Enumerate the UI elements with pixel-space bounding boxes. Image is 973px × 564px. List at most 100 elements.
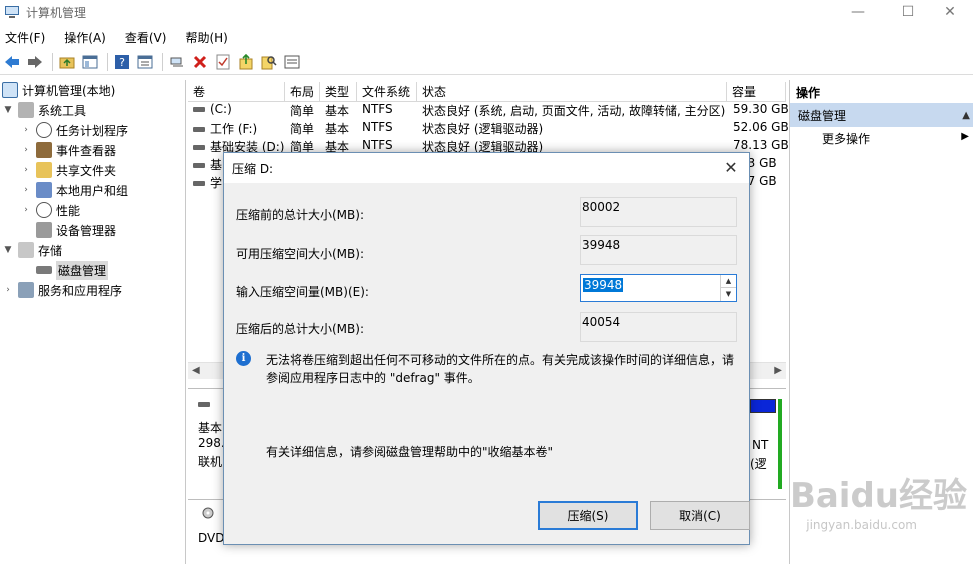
tree-label: 存储 [38, 243, 63, 258]
window-title: 计算机管理 [26, 5, 87, 20]
delete-icon[interactable] [190, 52, 210, 72]
tree-item-services-apps[interactable]: › 服务和应用程序 [2, 280, 122, 300]
column-header-type[interactable]: 类型 [320, 82, 357, 102]
action-more-actions[interactable]: 更多操作 [822, 130, 870, 147]
info-message: 无法将卷压缩到超出任何不可移动的文件所在的点。有关完成该操作时间的详细信息，请参… [266, 353, 735, 385]
collapse-up-icon[interactable]: ▲ [962, 110, 970, 121]
drive-icon [193, 107, 205, 112]
tree-item-task-scheduler[interactable]: › 任务计划程序 [20, 120, 128, 140]
shrink-amount-input[interactable]: 39948 ▲ ▼ [580, 274, 737, 302]
column-header-status[interactable]: 状态 [417, 82, 727, 102]
partition-fs-label: NT [752, 438, 769, 452]
scroll-right-icon[interactable]: ▶ [774, 365, 782, 376]
volume-fs: NTFS [362, 120, 393, 134]
tree-item-root[interactable]: 计算机管理(本地) [2, 80, 115, 100]
disk-size-label: 298. [198, 436, 225, 450]
disk-icon [198, 397, 215, 411]
stepper-down-icon[interactable]: ▼ [721, 288, 736, 301]
tree-label: 本地用户和组 [56, 183, 129, 198]
table-row[interactable]: (C:) 简单 基本 NTFS 状态良好 (系统, 启动, 页面文件, 活动, … [188, 101, 789, 119]
volume-type: 基本 [325, 122, 350, 136]
chevron-right-icon[interactable]: › [2, 285, 14, 295]
back-arrow-icon[interactable] [2, 52, 22, 72]
toolbar-separator [52, 52, 53, 71]
cancel-button[interactable]: 取消(C) [650, 501, 750, 530]
tree-item-performance[interactable]: › 性能 [20, 200, 80, 220]
info-icon: i [236, 351, 251, 366]
close-button[interactable]: ✕ [927, 0, 973, 24]
dialog-close-icon[interactable]: ✕ [721, 158, 741, 178]
shrink-dialog: 压缩 D: ✕ 压缩前的总计大小(MB): 80002 可用压缩空间大小(MB)… [223, 152, 750, 545]
help-icon[interactable]: ? [112, 52, 132, 72]
menu-help[interactable]: 帮助(H) [180, 29, 235, 46]
volume-name: 工作 (F:) [210, 122, 258, 136]
device-manager-icon [36, 222, 52, 238]
tree-label: 磁盘管理 [56, 260, 109, 280]
drive-icon [193, 127, 205, 132]
volume-fs: NTFS [362, 138, 393, 152]
event-log-icon [36, 142, 52, 158]
chevron-down-icon[interactable]: ▼ [2, 245, 14, 255]
column-header-layout[interactable]: 布局 [285, 82, 320, 102]
computer-management-icon [4, 5, 20, 19]
list-icon[interactable] [282, 52, 302, 72]
scroll-left-icon[interactable]: ◀ [192, 365, 200, 376]
tree-item-disk-management[interactable]: 磁盘管理 [36, 260, 109, 280]
drive-icon [193, 145, 205, 150]
tree-label: 计算机管理(本地) [22, 83, 116, 98]
total-before-field: 80002 [580, 197, 737, 227]
svg-text:?: ? [119, 56, 125, 69]
tree-item-local-users[interactable]: › 本地用户和组 [20, 180, 128, 200]
action-disk-management[interactable]: 磁盘管理 ▲ [790, 103, 973, 127]
tree-item-storage[interactable]: ▼ 存储 [2, 240, 62, 260]
menu-action[interactable]: 操作(A) [59, 29, 114, 46]
tree-item-event-viewer[interactable]: › 事件查看器 [20, 140, 116, 160]
tree-item-device-manager[interactable]: 设备管理器 [36, 220, 116, 240]
column-header-volume[interactable]: 卷 [188, 82, 285, 102]
search-icon[interactable] [259, 52, 279, 72]
shrink-amount-value[interactable]: 39948 [583, 278, 624, 292]
forward-arrow-icon[interactable] [25, 52, 45, 72]
chevron-right-icon[interactable]: › [20, 205, 32, 215]
table-row[interactable]: 工作 (F:) 简单 基本 NTFS 状态良好 (逻辑驱动器) 52.06 GB [188, 119, 789, 137]
menu-bar: 文件(F) 操作(A) 查看(V) 帮助(H) [0, 26, 973, 48]
dialog-title-bar: 压缩 D: [224, 153, 749, 183]
chevron-down-icon[interactable]: ▼ [2, 105, 14, 115]
shared-folder-icon [36, 162, 52, 178]
menu-view[interactable]: 查看(V) [120, 29, 175, 46]
minimize-button[interactable]: — [835, 0, 881, 24]
connect-icon[interactable] [167, 52, 187, 72]
stepper-up-icon[interactable]: ▲ [721, 275, 736, 288]
tree-item-system-tools[interactable]: ▼ 系统工具 [2, 100, 86, 120]
tree-item-shared-folders[interactable]: › 共享文件夹 [20, 160, 116, 180]
maximize-button[interactable]: ☐ [885, 0, 931, 24]
chevron-right-icon[interactable]: › [20, 125, 32, 135]
cdrom-icon [202, 507, 214, 522]
volume-name: (C:) [210, 102, 232, 116]
column-header-capacity[interactable]: 容量 [727, 82, 786, 102]
shrink-button[interactable]: 压缩(S) [538, 501, 638, 530]
users-icon [36, 182, 52, 198]
properties-icon[interactable] [135, 52, 155, 72]
storage-icon [18, 242, 34, 258]
actions-header: 操作 [796, 85, 821, 100]
shrink-amount-label: 输入压缩空间量(MB)(E): [236, 285, 369, 299]
export-icon[interactable] [236, 52, 256, 72]
menu-file[interactable]: 文件(F) [0, 29, 53, 46]
partition-bar[interactable] [750, 399, 776, 413]
volume-capacity: 78.13 GB [733, 138, 789, 152]
chevron-right-icon[interactable]: ▶ [961, 131, 969, 142]
column-header-filesystem[interactable]: 文件系统 [357, 82, 417, 102]
chevron-right-icon[interactable]: › [20, 185, 32, 195]
volume-type: 基本 [325, 104, 350, 118]
check-icon[interactable] [213, 52, 233, 72]
drive-icon [193, 163, 205, 168]
chevron-right-icon[interactable]: › [20, 165, 32, 175]
disk-status-label: 联机 [198, 455, 223, 469]
chevron-right-icon[interactable]: › [20, 145, 32, 155]
shrink-amount-stepper[interactable]: ▲ ▼ [720, 275, 736, 301]
folder-up-icon[interactable] [57, 52, 77, 72]
partition-status-label: (逻 [750, 457, 767, 471]
volume-fs: NTFS [362, 102, 393, 116]
show-hide-tree-icon[interactable] [80, 52, 100, 72]
